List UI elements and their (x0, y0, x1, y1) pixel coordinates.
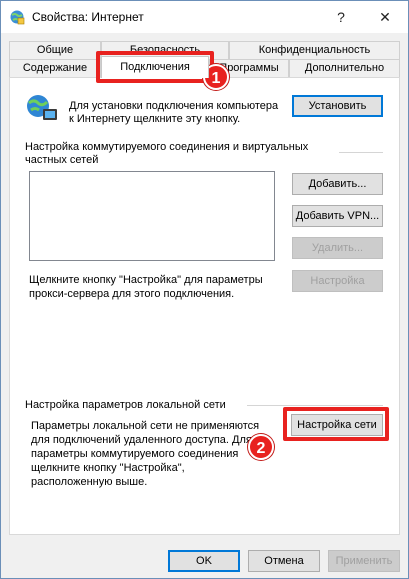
setup-text-line2: к Интернету щелкните эту кнопку. (69, 113, 241, 125)
help-button[interactable]: ? (319, 1, 363, 33)
add-button[interactable]: Добавить... (292, 173, 383, 195)
tab-general[interactable]: Общие (9, 41, 101, 59)
lan-text-line1: Параметры локальной сети не применяются (31, 420, 260, 432)
apply-button[interactable]: Применить (328, 550, 400, 572)
dialup-hint-line2: прокси-сервера для этого подключения. (29, 288, 235, 300)
globe-network-icon (27, 95, 57, 120)
tab-content[interactable]: Содержание (9, 59, 101, 77)
setup-text-line1: Для установки подключения компьютера (69, 100, 279, 112)
internet-properties-dialog: Свойства: Интернет ? ✕ Общие Безопасност… (0, 0, 409, 579)
internet-options-icon (10, 10, 25, 25)
dialup-heading-line1: Настройка коммутируемого соединения и ви… (25, 141, 309, 153)
lan-heading: Настройка параметров локальной сети (25, 399, 226, 411)
lan-text-line4: щелкните кнопку "Настройка", (31, 462, 185, 474)
lan-text-line3: параметры коммутируемого соединения (31, 448, 239, 460)
tab-advanced[interactable]: Дополнительно (289, 59, 400, 77)
tab-privacy[interactable]: Конфиденциальность (229, 41, 400, 59)
lan-settings-button[interactable]: Настройка сети (291, 414, 383, 436)
tab-connections[interactable]: Подключения (101, 56, 209, 78)
remove-button[interactable]: Удалить... (292, 237, 383, 259)
setup-button[interactable]: Установить (292, 95, 383, 117)
step-badge-2: 2 (248, 434, 274, 460)
connections-list[interactable] (29, 171, 275, 261)
cancel-button[interactable]: Отмена (248, 550, 320, 572)
separator (247, 405, 383, 406)
dialup-heading-line2: частных сетей (25, 154, 99, 166)
dialup-hint-line1: Щелкните кнопку "Настройка" для параметр… (29, 274, 263, 286)
lan-text-line2: для подключений удаленного доступа. Для (31, 434, 252, 446)
lan-text-line5: расположенную выше. (31, 476, 148, 488)
add-vpn-button[interactable]: Добавить VPN... (292, 205, 383, 227)
dialup-settings-button[interactable]: Настройка (292, 270, 383, 292)
ok-button[interactable]: OK (168, 550, 240, 572)
separator (339, 152, 383, 153)
close-button[interactable]: ✕ (363, 1, 407, 33)
title-bar: Свойства: Интернет ? ✕ (1, 1, 408, 33)
window-title: Свойства: Интернет (32, 10, 144, 24)
